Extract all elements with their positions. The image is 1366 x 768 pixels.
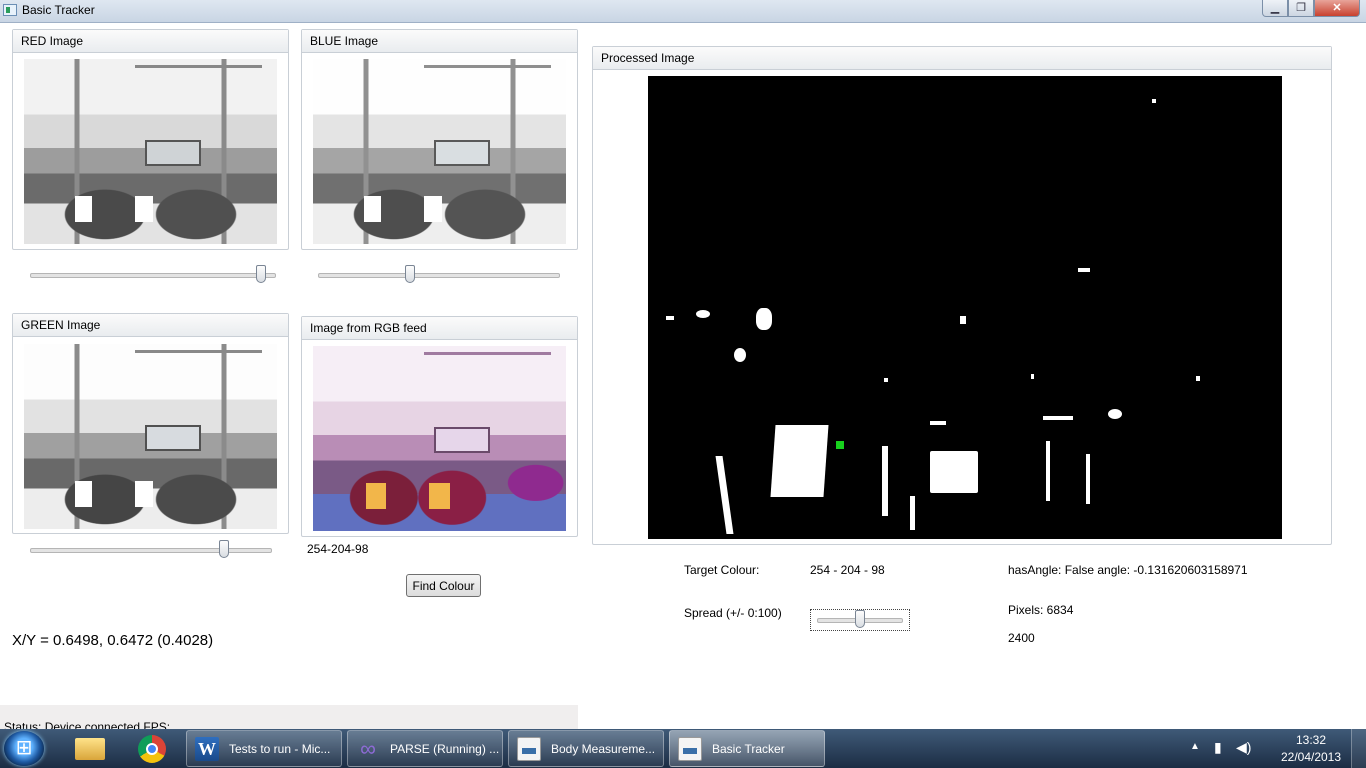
chrome-icon [138, 735, 166, 763]
status-bar: Status: Device connected FPS: [0, 705, 578, 734]
window-controls: ▁ ❐ ✕ [1262, 0, 1360, 18]
white-blob [884, 378, 888, 382]
rgb-feed-panel: Image from RGB feed [301, 316, 578, 537]
taskbar-item-visual-studio[interactable]: ∞ PARSE (Running) ... [347, 730, 503, 767]
rgb-value-text: 254-204-98 [307, 542, 369, 556]
blue-image-panel: BLUE Image [301, 29, 578, 250]
rgb-feed-image [313, 346, 566, 531]
white-blob [756, 308, 772, 330]
show-desktop-button[interactable] [1351, 729, 1366, 768]
start-button[interactable] [4, 731, 44, 766]
taskbar-item-word[interactable]: W Tests to run - Mic... [186, 730, 342, 767]
angle-readout: hasAngle: False angle: -0.13162060315897… [1008, 563, 1248, 577]
blue-image-header: BLUE Image [302, 30, 577, 53]
task-label: Tests to run - Mic... [229, 742, 331, 756]
maximize-button[interactable]: ❐ [1288, 0, 1314, 17]
processed-image [648, 76, 1282, 539]
white-blob [1046, 441, 1050, 501]
minimize-button[interactable]: ▁ [1262, 0, 1288, 17]
battery-icon[interactable]: ▮ [1214, 739, 1222, 756]
white-blob [882, 446, 888, 516]
white-blob [1152, 99, 1156, 103]
word-icon: W [195, 737, 219, 761]
white-blob [1196, 376, 1200, 381]
slider-thumb[interactable] [218, 540, 229, 558]
slider-track [30, 548, 272, 553]
clock-time[interactable]: 13:32 [1276, 733, 1346, 747]
white-blob [770, 425, 829, 497]
green-threshold-slider[interactable] [30, 540, 272, 560]
xy-readout: X/Y = 0.6498, 0.6472 (0.4028) [12, 632, 214, 649]
processed-image-header: Processed Image [593, 47, 1331, 70]
white-blob [1086, 454, 1090, 504]
green-image-header: GREEN Image [13, 314, 288, 337]
red-image-header: RED Image [13, 30, 288, 53]
white-blob [666, 316, 674, 320]
chrome-pin[interactable] [130, 732, 174, 765]
system-tray: ▲ ▮ ◀) 13:32 22/04/2013 [1186, 729, 1366, 768]
slider-track [318, 273, 560, 278]
white-blob [1108, 409, 1122, 419]
app-window-icon [678, 737, 702, 761]
white-blob [930, 421, 946, 425]
pixel-count: Pixels: 6834 [1008, 603, 1074, 617]
clock-date[interactable]: 22/04/2013 [1272, 750, 1350, 764]
task-label: Basic Tracker [712, 742, 785, 756]
taskbar-item-body-measurement[interactable]: Body Measureme... [508, 730, 664, 767]
task-label: PARSE (Running) ... [390, 742, 500, 756]
rgb-feed-header: Image from RGB feed [302, 317, 577, 340]
green-image-panel: GREEN Image [12, 313, 289, 534]
slider-track [30, 273, 276, 278]
red-channel-image [24, 59, 277, 244]
extra-value: 2400 [1008, 631, 1035, 645]
window-title: Basic Tracker [22, 3, 95, 17]
slider-thumb[interactable] [404, 265, 415, 283]
app-window-icon [517, 737, 541, 761]
visual-studio-icon: ∞ [360, 736, 376, 761]
white-blob [1031, 374, 1034, 379]
explorer-pin[interactable] [68, 732, 112, 765]
red-image-panel: RED Image [12, 29, 289, 250]
spread-label: Spread (+/- 0:100) [684, 606, 782, 620]
target-marker [836, 441, 844, 449]
taskbar: W Tests to run - Mic... ∞ PARSE (Running… [0, 729, 1366, 768]
target-colour-value: 254 - 204 - 98 [810, 563, 885, 577]
white-blob [960, 316, 966, 324]
white-blob [1078, 268, 1090, 272]
folder-icon [75, 738, 105, 760]
app-icon [3, 4, 17, 16]
white-blob [930, 451, 978, 493]
slider-thumb[interactable] [855, 610, 865, 628]
white-blob [910, 496, 915, 530]
close-button[interactable]: ✕ [1314, 0, 1360, 17]
white-blob [715, 456, 734, 534]
white-blob [696, 310, 710, 318]
white-blob [1043, 416, 1073, 420]
window-title-bar: Basic Tracker ▁ ❐ ✕ [0, 0, 1366, 23]
task-label: Body Measureme... [551, 742, 656, 756]
target-colour-label: Target Colour: [684, 563, 760, 577]
red-threshold-slider[interactable] [30, 265, 276, 285]
find-colour-button[interactable]: Find Colour [406, 574, 481, 597]
blue-threshold-slider[interactable] [318, 265, 560, 285]
white-blob [734, 348, 746, 362]
green-channel-image [24, 344, 277, 529]
blue-channel-image [313, 59, 566, 244]
tray-expand-icon[interactable]: ▲ [1190, 741, 1200, 752]
volume-icon[interactable]: ◀) [1236, 739, 1251, 756]
spread-slider[interactable] [810, 609, 910, 631]
slider-thumb[interactable] [256, 265, 267, 283]
taskbar-item-basic-tracker[interactable]: Basic Tracker [669, 730, 825, 767]
